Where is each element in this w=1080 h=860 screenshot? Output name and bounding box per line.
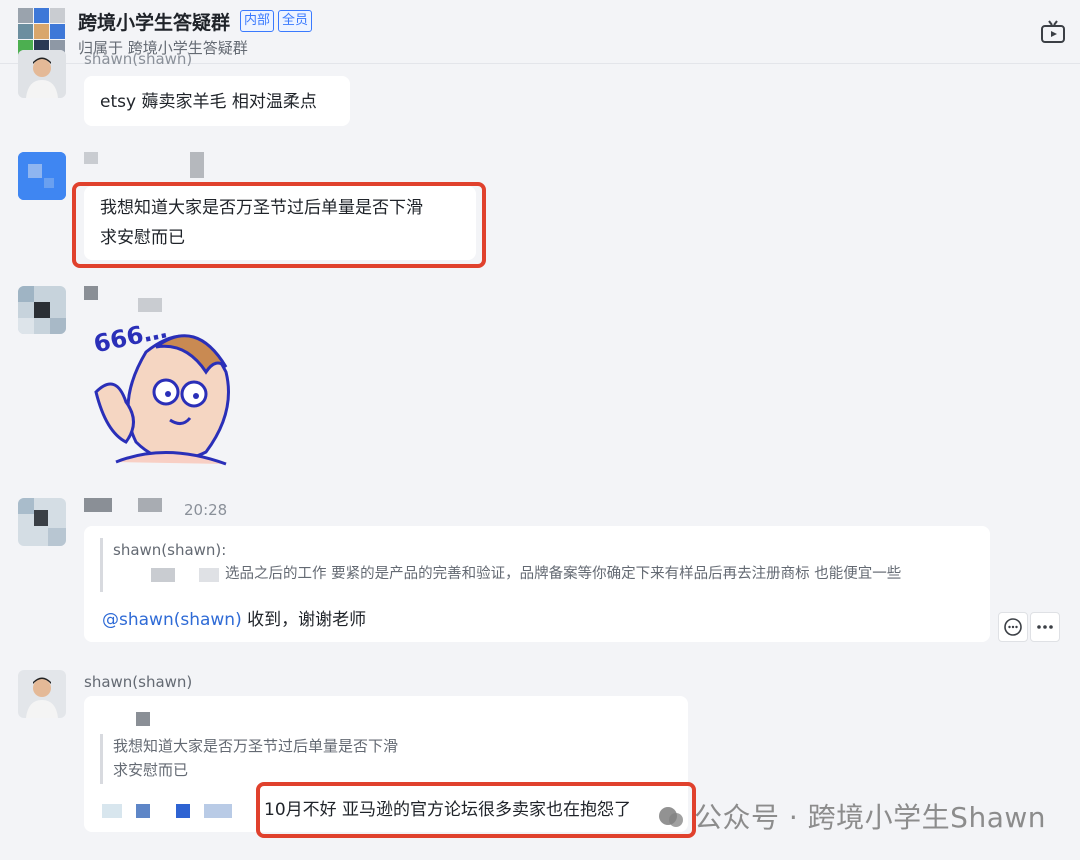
tv-icon[interactable] <box>1040 20 1066 44</box>
pixelated-name <box>190 152 204 178</box>
watermark-text: 公众号 · 跨境小学生Shawn <box>693 801 1046 834</box>
avatar-shawn[interactable] <box>18 50 66 98</box>
message-time: 20:28 <box>184 501 228 519</box>
quote-line-2: 求安慰而已 <box>113 761 189 779</box>
watermark: 公众号 · 跨境小学生Shawn <box>657 796 1046 836</box>
message-bubble[interactable]: shawn(shawn): 选品之后的工作 要紧的是产品的完善和验证，品牌备案等… <box>84 526 990 642</box>
pixelated-text <box>151 568 175 582</box>
pixelated-name <box>84 286 98 300</box>
group-title[interactable]: 跨境小学生答疑群 <box>78 8 230 35</box>
pixelated-text <box>204 804 232 818</box>
sticker-image[interactable]: 666… <box>86 312 246 470</box>
pixelated-name <box>138 298 162 312</box>
avatar-blurred[interactable] <box>18 498 66 546</box>
highlight-box <box>256 782 696 838</box>
more-icon <box>1037 625 1053 629</box>
quoted-message[interactable]: shawn(shawn): 选品之后的工作 要紧的是产品的完善和验证，品牌备案等… <box>100 538 983 592</box>
group-avatar[interactable] <box>18 8 66 56</box>
quote-line-1: 我想知道大家是否万圣节过后单量是否下滑 <box>113 737 399 755</box>
tag-internal: 内部 <box>240 10 275 32</box>
reply-button[interactable] <box>998 612 1028 642</box>
sender-name: shawn(shawn) <box>84 50 193 68</box>
pixelated-name <box>138 498 162 512</box>
avatar-blurred[interactable] <box>18 286 66 334</box>
pixelated-text <box>136 804 150 818</box>
highlight-box <box>72 182 486 268</box>
pixelated-name <box>84 498 112 512</box>
reply-body: 收到，谢谢老师 <box>241 610 367 630</box>
pixelated-text <box>136 712 150 726</box>
pixelated-name <box>84 152 98 164</box>
reply-text: @shawn(shawn) 收到，谢谢老师 <box>102 604 366 636</box>
more-button[interactable] <box>1030 612 1060 642</box>
avatar-shawn[interactable] <box>18 670 66 718</box>
comment-icon <box>1004 618 1022 636</box>
pixelated-text <box>199 568 219 582</box>
pixelated-text <box>176 804 190 818</box>
pixelated-text <box>102 804 122 818</box>
quote-text: 选品之后的工作 要紧的是产品的完善和验证，品牌备案等你确定下来有样品后再去注册商… <box>225 566 902 582</box>
message-bubble[interactable]: etsy 薅卖家羊毛 相对温柔点 <box>84 76 350 126</box>
sender-name: shawn(shawn) <box>84 673 193 691</box>
message-text: etsy 薅卖家羊毛 相对温柔点 <box>100 92 317 112</box>
quote-author: shawn(shawn): <box>113 541 227 559</box>
tag-all-members: 全员 <box>278 10 313 32</box>
wechat-logo-icon <box>658 807 683 827</box>
mention-link[interactable]: @shawn(shawn) <box>102 610 242 630</box>
quoted-message[interactable]: 我想知道大家是否万圣节过后单量是否下滑 求安慰而已 <box>100 734 673 784</box>
avatar-blurred[interactable] <box>18 152 66 200</box>
